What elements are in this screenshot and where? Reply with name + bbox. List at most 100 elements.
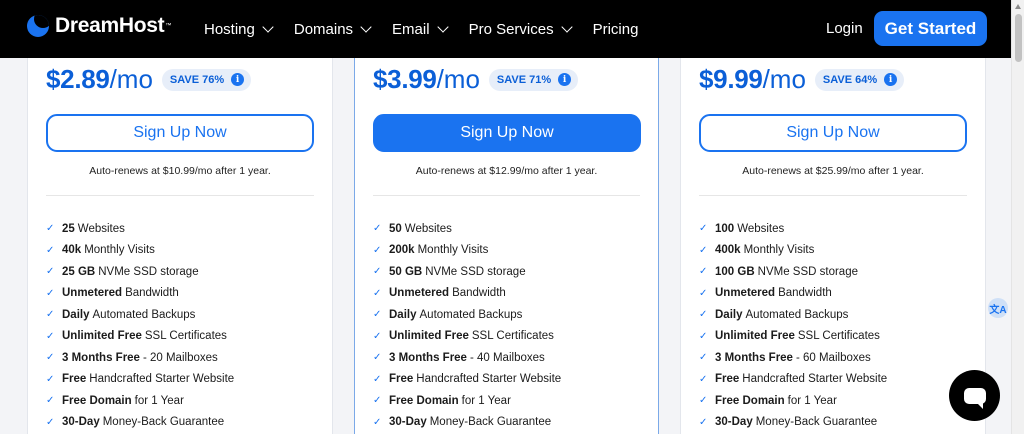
feature-highlight: Daily <box>715 308 743 321</box>
feature-highlight: 400k <box>715 244 741 257</box>
save-label: SAVE 76% <box>169 73 225 86</box>
nav-item-email[interactable]: Email <box>392 20 449 38</box>
auto-renew-note: Auto-renews at $12.99/mo after 1 year. <box>415 165 598 177</box>
feature-item: ✓ 200k Monthly Visits <box>373 240 561 262</box>
checkmark-icon: ✓ <box>373 395 382 407</box>
checkmark-icon: ✓ <box>46 309 55 321</box>
sign-up-button[interactable]: Sign Up Now <box>699 114 967 152</box>
info-icon[interactable]: i <box>558 73 572 86</box>
checkmark-icon: ✓ <box>46 373 55 385</box>
sign-up-button[interactable]: Sign Up Now <box>46 114 314 152</box>
feature-highlight: 3 Months Free <box>389 351 467 364</box>
info-icon[interactable]: i <box>884 73 898 86</box>
feature-highlight: 100 <box>715 222 735 235</box>
feature-highlight: Free <box>62 373 87 386</box>
nav-label: Hosting <box>204 20 255 38</box>
auto-renew-note: Auto-renews at $25.99/mo after 1 year. <box>742 165 924 177</box>
feature-text: NVMe SSD storage <box>425 265 526 278</box>
checkmark-icon: ✓ <box>46 416 55 428</box>
nav-item-hosting[interactable]: Hosting <box>204 20 274 38</box>
price-row: $2.89/mo SAVE 76% i <box>46 64 252 95</box>
feature-highlight: 30-Day <box>62 416 100 429</box>
nav-item-pricing[interactable]: Pricing <box>593 21 639 38</box>
feature-item: ✓ Unmetered Bandwidth <box>699 283 887 305</box>
chat-button[interactable] <box>949 370 1000 421</box>
feature-highlight: 50 <box>389 222 402 235</box>
feature-highlight: 3 Months Free <box>715 351 793 364</box>
chevron-down-icon <box>436 20 449 33</box>
dreamhost-logo[interactable]: DreamHost ™ <box>27 14 171 38</box>
checkmark-icon: ✓ <box>373 330 382 342</box>
feature-item: ✓ Daily Automated Backups <box>699 304 887 326</box>
feature-highlight: Free Domain <box>62 394 132 407</box>
feature-highlight: Unlimited Free <box>62 330 142 343</box>
feature-highlight: 30-Day <box>715 416 753 429</box>
translate-icon[interactable]: 文A <box>988 298 1008 318</box>
feature-item: ✓ Free Domain for 1 Year <box>46 390 234 412</box>
feature-item: ✓ 30-Day Money-Back Guarantee <box>373 412 561 434</box>
feature-highlight: Daily <box>62 308 90 321</box>
feature-item: ✓ Unlimited Free SSL Certificates <box>699 326 887 348</box>
feature-text: - 60 Mailboxes <box>795 351 871 364</box>
price-unit: /mo <box>109 64 153 94</box>
page-scrollbar[interactable] <box>1011 0 1024 434</box>
feature-item: ✓ Unmetered Bandwidth <box>46 283 234 305</box>
checkmark-icon: ✓ <box>373 309 382 321</box>
feature-item: ✓ Free Domain for 1 Year <box>699 390 887 412</box>
checkmark-icon: ✓ <box>373 287 382 299</box>
divider <box>373 195 640 196</box>
checkmark-icon: ✓ <box>373 223 382 235</box>
feature-list: ✓ 100 Websites ✓ 400k Monthly Visits ✓ 100 GB NV… <box>699 218 887 433</box>
feature-highlight: 100 GB <box>715 265 755 278</box>
feature-item: ✓ Free Handcrafted Starter Website <box>46 369 234 391</box>
feature-item: ✓ Free Handcrafted Starter Website <box>373 369 561 391</box>
feature-text: SSL Certificates <box>471 330 554 343</box>
price-unit: /mo <box>436 64 480 94</box>
nav-item-domains[interactable]: Domains <box>294 21 372 38</box>
checkmark-icon: ✓ <box>373 373 382 385</box>
checkmark-icon: ✓ <box>699 287 708 299</box>
feature-item: ✓ 30-Day Money-Back Guarantee <box>46 412 234 434</box>
main-nav: Hosting Domains Email Pro Services Prici… <box>204 0 660 58</box>
feature-text: Monthly Visits <box>417 244 489 257</box>
login-link[interactable]: Login <box>826 20 863 37</box>
nav-item-pro-services[interactable]: Pro Services <box>468 20 573 38</box>
plan-card: $9.99/mo SAVE 64% i Sign Up Now Auto-renews … <box>680 58 986 434</box>
feature-highlight: Free <box>389 373 414 386</box>
sign-up-button[interactable]: Sign Up Now <box>373 114 641 152</box>
price-row: $9.99/mo SAVE 64% i <box>699 64 905 95</box>
trademark-symbol: ™ <box>165 23 172 29</box>
get-started-button[interactable]: Get Started <box>874 11 987 46</box>
feature-item: ✓ Daily Automated Backups <box>46 304 234 326</box>
feature-text: Handcrafted Starter Website <box>742 373 888 386</box>
scroll-up-arrow-icon[interactable] <box>1015 4 1021 9</box>
feature-text: Automated Backups <box>419 308 523 321</box>
plan-price: $9.99 <box>699 64 763 94</box>
feature-text: - 20 Mailboxes <box>142 351 218 364</box>
price-row: $3.99/mo SAVE 71% i <box>373 64 579 95</box>
checkmark-icon: ✓ <box>699 395 708 407</box>
feature-highlight: 200k <box>389 244 415 257</box>
feature-text: Handcrafted Starter Website <box>89 373 235 386</box>
feature-text: Websites <box>404 222 452 235</box>
checkmark-icon: ✓ <box>46 266 55 278</box>
checkmark-icon: ✓ <box>46 330 55 342</box>
checkmark-icon: ✓ <box>373 244 382 256</box>
feature-item: ✓ 25 GB NVMe SSD storage <box>46 261 234 283</box>
info-icon[interactable]: i <box>231 73 245 86</box>
feature-text: Money-Back Guarantee <box>755 416 878 429</box>
feature-text: - 40 Mailboxes <box>469 351 545 364</box>
feature-item: ✓ 100 Websites <box>699 218 887 240</box>
feature-item: ✓ 50 Websites <box>373 218 561 240</box>
checkmark-icon: ✓ <box>46 287 55 299</box>
feature-item: ✓ 25 Websites <box>46 218 234 240</box>
feature-item: ✓ 40k Monthly Visits <box>46 240 234 262</box>
nav-label: Pro Services <box>468 20 554 38</box>
feature-text: Websites <box>77 222 125 235</box>
checkmark-icon: ✓ <box>699 416 708 428</box>
checkmark-icon: ✓ <box>699 373 708 385</box>
feature-highlight: Free Domain <box>715 394 785 407</box>
checkmark-icon: ✓ <box>46 223 55 235</box>
scrollbar-thumb[interactable] <box>1015 14 1022 62</box>
nav-label: Email <box>392 20 430 38</box>
